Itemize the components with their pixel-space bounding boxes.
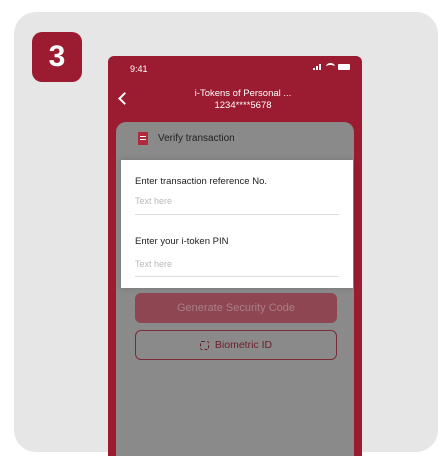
header-title: i-Tokens of Personal ... [194, 88, 292, 99]
verify-transaction-row: Verify transaction [138, 132, 235, 145]
biometric-id-button[interactable]: Biometric ID [135, 330, 337, 360]
status-time: 9:41 [130, 64, 148, 74]
reference-input-underline [135, 214, 339, 215]
generate-security-code-button[interactable]: Generate Security Code [135, 293, 337, 323]
pin-input-underline [135, 276, 339, 277]
face-id-icon [199, 340, 209, 350]
wifi-icon [326, 63, 335, 70]
battery-icon [338, 63, 350, 70]
document-icon [138, 132, 148, 145]
header-account-number: 1234****5678 [214, 100, 272, 111]
status-bar: 9:41 [108, 56, 362, 80]
verify-transaction-label: Verify transaction [158, 133, 235, 144]
input-panel: Enter transaction reference No. Text her… [121, 160, 353, 288]
back-arrow-icon[interactable] [118, 92, 131, 105]
reference-input[interactable]: Text here [135, 196, 172, 206]
reference-field-label: Enter transaction reference No. [135, 176, 268, 187]
pin-field-label: Enter your i-token PIN [135, 236, 229, 247]
step-number-badge: 3 [32, 32, 82, 82]
pin-input[interactable]: Text here [135, 259, 172, 269]
biometric-id-label: Biometric ID [214, 339, 273, 351]
signal-icon [313, 63, 323, 70]
status-icons [313, 63, 350, 70]
